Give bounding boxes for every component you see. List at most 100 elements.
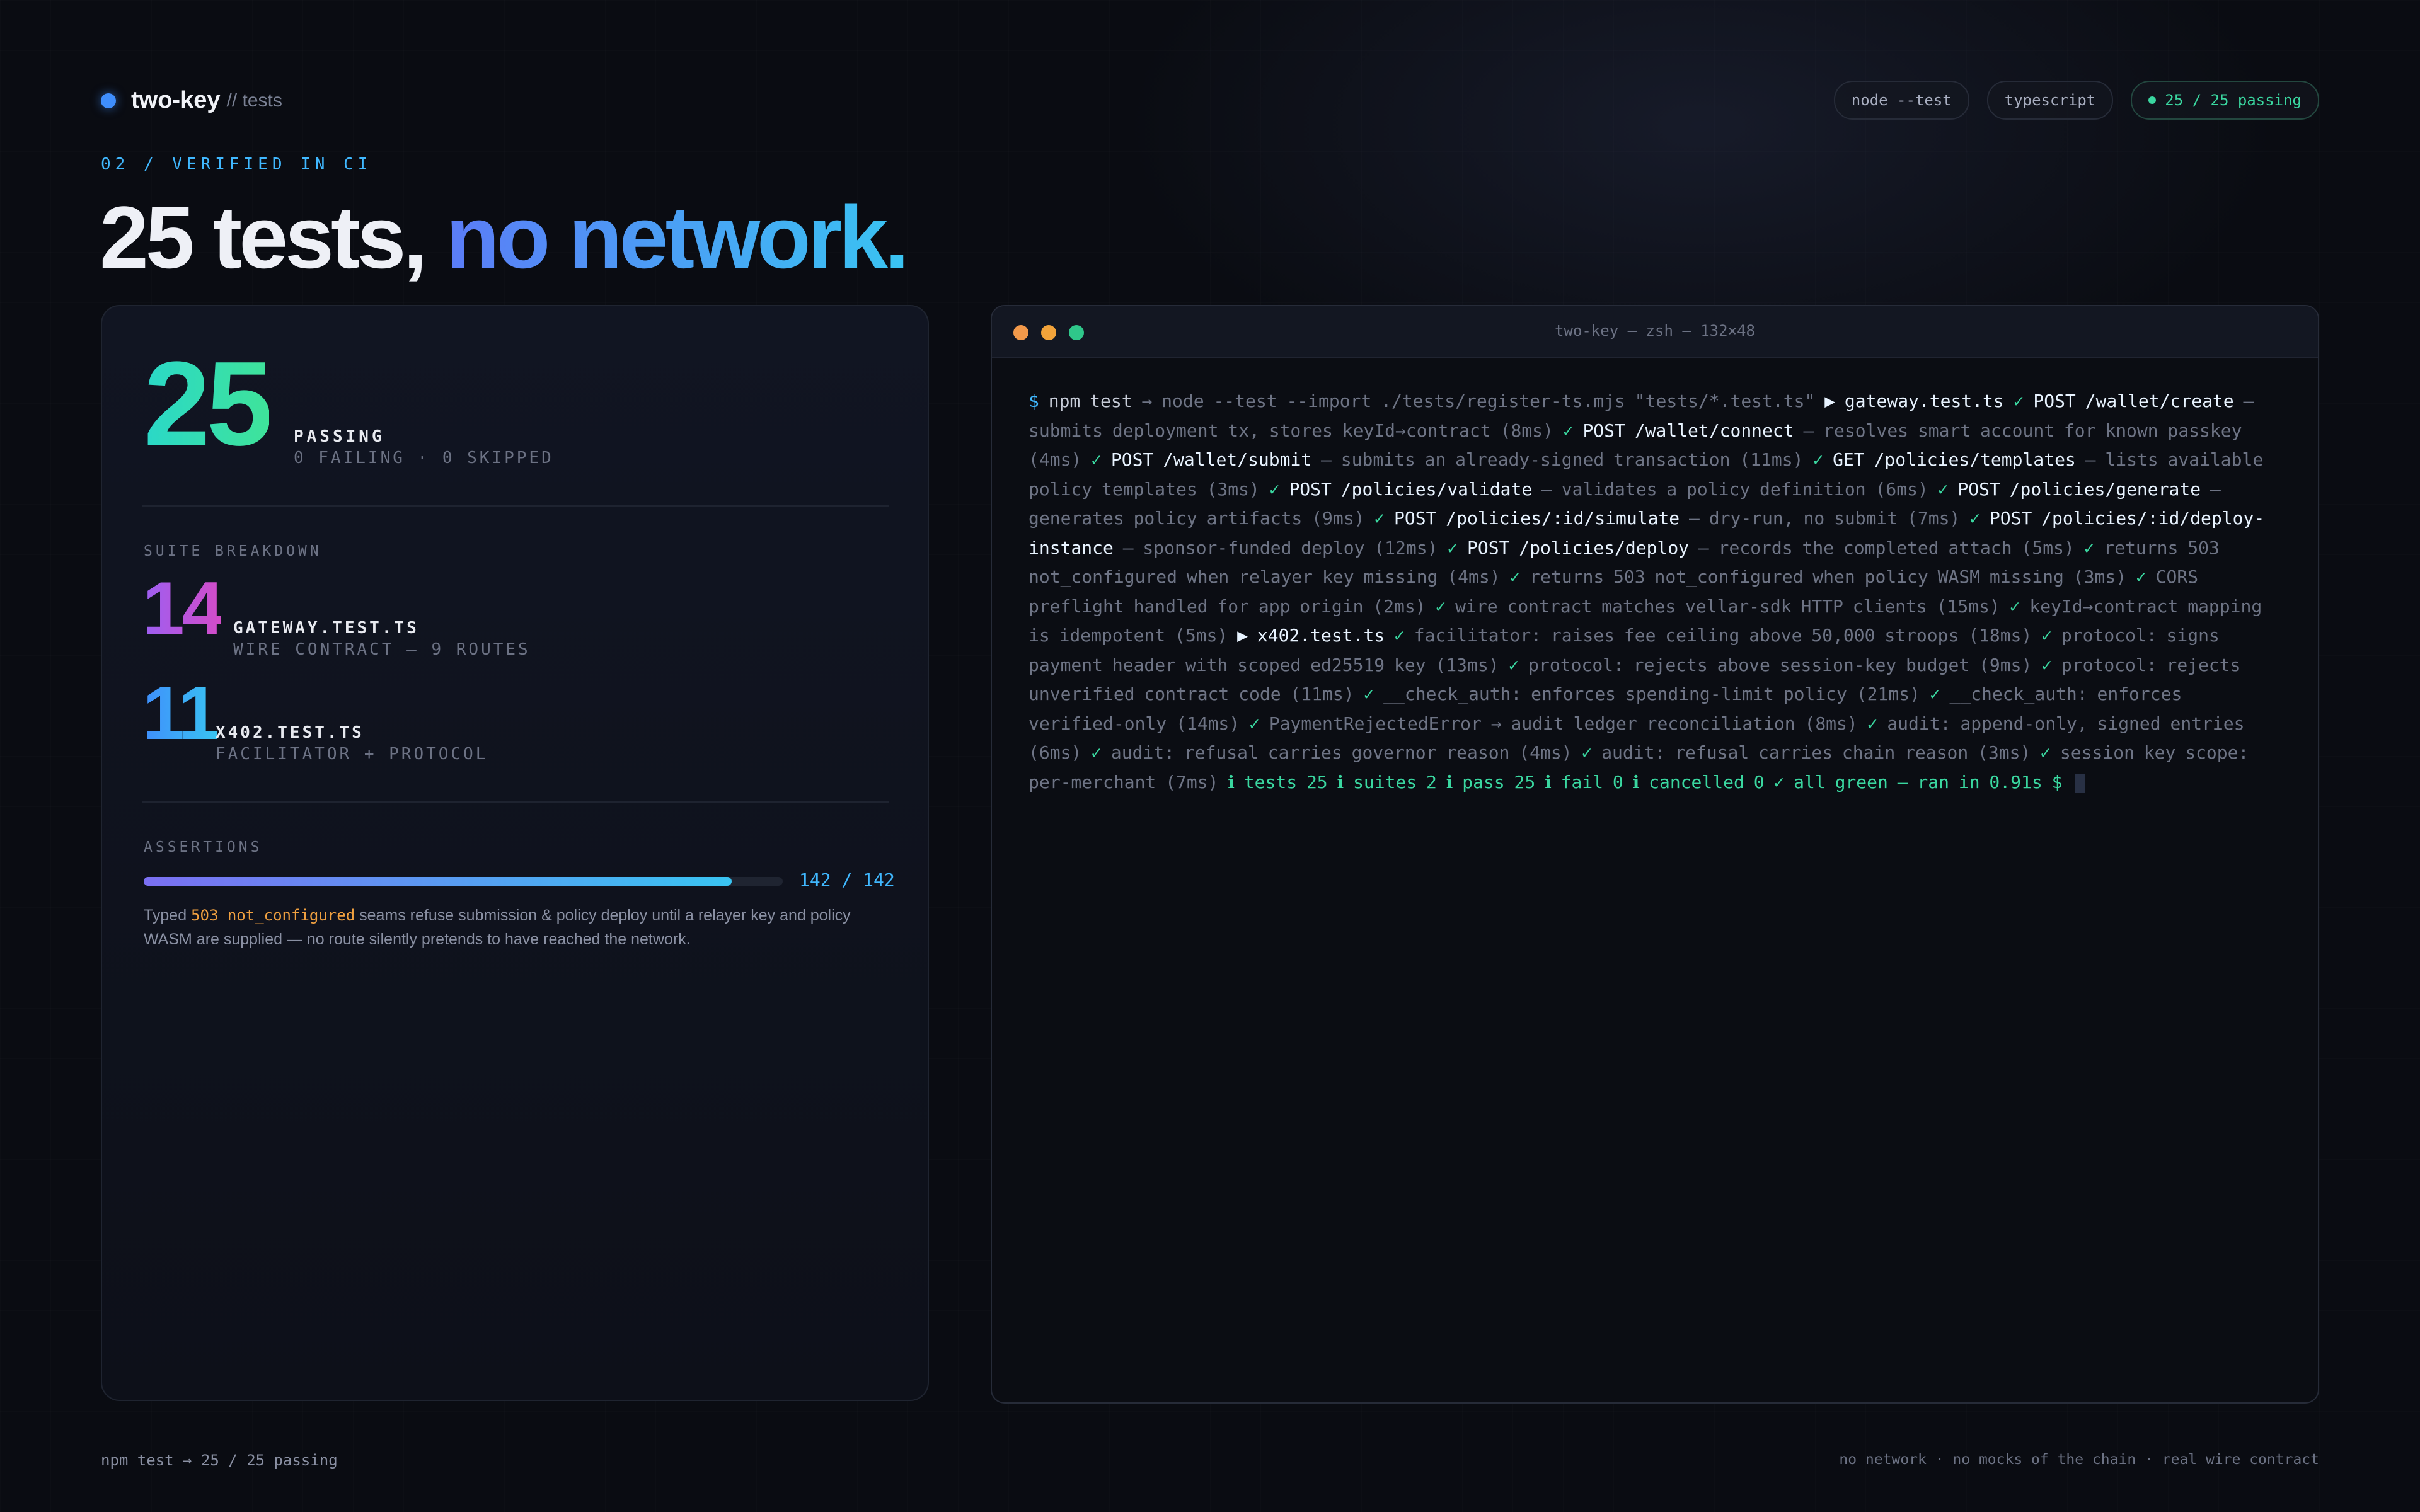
check-icon: ✓ — [2041, 654, 2053, 675]
check-icon: ✓ — [1929, 684, 1940, 704]
terminal-file-name: x402.test.ts — [1257, 625, 1385, 646]
headline-lead: 25 tests, — [100, 188, 427, 287]
terminal-prompt: $ — [1028, 391, 1039, 411]
assertions-progress-fill — [144, 877, 732, 886]
terminal-file-marker: ▶ — [1237, 625, 1248, 646]
suite-gateway-name: GATEWAY.TEST.TS — [233, 619, 419, 638]
terminal-test-desc: — records the completed attach (5ms) — [1698, 537, 2075, 558]
note-code: 503 not_configured — [191, 907, 355, 924]
terminal-title: two-key — zsh — 132×48 — [1555, 322, 1755, 340]
check-icon: ✓ — [1509, 566, 1521, 587]
passing-count: 25 — [144, 337, 273, 471]
check-icon: ✓ — [1435, 595, 1446, 617]
failing-label: 0 FAILING · 0 SKIPPED — [294, 449, 554, 467]
info-icon: ℹ — [1446, 771, 1453, 793]
terminal-test-desc: audit: refusal carries governor reason (… — [1110, 742, 1572, 763]
divider — [142, 505, 889, 507]
terminal-test-desc: PaymentRejectedError → audit ledger reco… — [1269, 713, 1858, 734]
suite-gateway-count: 14 — [142, 566, 224, 651]
terminal-test-route: POST /wallet/create — [2033, 391, 2234, 411]
status-dot-icon — [2148, 96, 2157, 104]
page-headline: 25 tests, no network. — [100, 188, 909, 287]
check-icon: ✓ — [1249, 713, 1260, 734]
terminal-test-desc: audit: refusal carries chain reason (3ms… — [1601, 742, 2031, 763]
terminal-output[interactable]: $ npm test → node --test --import ./test… — [1028, 387, 2283, 797]
terminal-test-desc: — dry-run, no submit (7ms) — [1689, 508, 1961, 529]
cursor-icon — [2075, 773, 2086, 793]
suite-x402-name: X402.TEST.TS — [216, 723, 364, 742]
check-icon: ✓ — [1969, 508, 1981, 529]
suite-gateway-desc: WIRE CONTRACT — 9 ROUTES — [233, 640, 531, 659]
brand-name: two-key — [131, 87, 221, 113]
suite-x402-desc: FACILITATOR + PROTOCOL — [216, 745, 488, 764]
header-pills: node --test typescript 25 / 25 passing — [1816, 81, 2319, 120]
check-icon: ✓ — [1562, 420, 1574, 441]
check-icon: ✓ — [1394, 625, 1405, 646]
info-icon: ℹ — [1337, 771, 1344, 793]
check-icon: ✓ — [2013, 391, 2024, 411]
status-pill-label: 25 / 25 passing — [2165, 91, 2302, 109]
terminal-stat: cancelled 0 — [1649, 771, 1765, 793]
check-icon: ✓ — [1091, 742, 1102, 763]
terminal-titlebar: two-key — zsh — 132×48 — [992, 306, 2318, 358]
brand-dot-icon — [101, 93, 116, 108]
terminal-test-route: POST /policies/:id/simulate — [1394, 508, 1680, 529]
terminal-window: two-key — zsh — 132×48 $ npm test → node… — [991, 305, 2319, 1404]
divider — [142, 801, 889, 803]
terminal-test-route: POST /wallet/submit — [1110, 449, 1312, 470]
terminal-test-desc: wire contract matches vellar-sdk HTTP cl… — [1455, 595, 2000, 617]
terminal-test-route: POST /wallet/connect — [1582, 420, 1794, 441]
info-icon: ℹ — [1545, 771, 1552, 793]
note-text: Typed — [144, 907, 192, 924]
section-eyebrow: 02 / VERIFIED IN CI — [101, 155, 372, 174]
check-icon: ✓ — [1581, 742, 1593, 763]
terminal-file-marker: ▶ — [1824, 391, 1836, 411]
headline-accent: no network. — [446, 188, 909, 287]
assertions-progress-bar — [144, 877, 783, 886]
footer-left: npm test → 25 / 25 passing — [101, 1452, 338, 1469]
info-icon: ℹ — [1632, 771, 1640, 793]
assertions-note: Typed 503 not_configured seams refuse su… — [144, 903, 887, 951]
check-icon: ✓ — [2083, 537, 2095, 558]
brand: two-key // tests — [101, 87, 282, 114]
check-icon: ✓ — [1447, 537, 1458, 558]
terminal-test-desc: protocol: rejects above session-key budg… — [1528, 654, 2032, 675]
check-icon: ✓ — [1091, 449, 1102, 470]
breakdown-label: SUITE BREAKDOWN — [144, 543, 322, 559]
terminal-test-route: POST /policies/generate — [1957, 478, 2201, 500]
suite-x402-count: 11 — [142, 671, 220, 755]
terminal-test-desc: facilitator: raises fee ceiling above 50… — [1414, 625, 2032, 646]
check-icon: ✓ — [2040, 742, 2051, 763]
assertions-label: ASSERTIONS — [144, 839, 263, 856]
terminal-command: npm test — [1048, 391, 1132, 411]
check-icon: ✓ — [2041, 625, 2053, 646]
terminal-prompt: $ — [2051, 771, 2063, 793]
terminal-test-desc: — submits an already-signed transaction … — [1321, 449, 1804, 470]
terminal-test-desc: — validates a policy definition (6ms) — [1541, 478, 1928, 500]
check-icon: ✓ — [1508, 654, 1519, 675]
terminal-test-route: POST /policies/validate — [1289, 478, 1533, 500]
terminal-arrow: → — [1141, 391, 1153, 411]
terminal-test-desc: returns 503 not_configured when policy W… — [1530, 566, 2127, 587]
terminal-test-route: POST /policies/deploy — [1467, 537, 1690, 558]
check-icon: ✓ — [1374, 508, 1385, 529]
check-icon: ✓ — [1812, 449, 1824, 470]
terminal-stat: tests 25 — [1243, 771, 1328, 793]
info-icon: ℹ — [1228, 771, 1235, 793]
terminal-final: ✓ all green — ran in 0.91s — [1773, 771, 2043, 793]
terminal-test-desc: __check_auth: enforces spending-limit po… — [1383, 684, 1920, 704]
terminal-file-name: gateway.test.ts — [1844, 391, 2004, 411]
footer-right: no network · no mocks of the chain · rea… — [1839, 1452, 2319, 1468]
brand-subtitle: // tests — [226, 89, 282, 111]
assertions-count: 142 / 142 — [799, 869, 895, 890]
check-icon: ✓ — [2009, 595, 2020, 617]
status-pill: 25 / 25 passing — [2131, 81, 2319, 120]
check-icon: ✓ — [1867, 713, 1878, 734]
terminal-stat: fail 0 — [1560, 771, 1623, 793]
language-pill: typescript — [1986, 81, 2114, 120]
check-icon: ✓ — [1363, 684, 1374, 704]
runner-pill: node --test — [1833, 81, 1969, 120]
check-icon: ✓ — [2135, 566, 2146, 587]
terminal-test-route: GET /policies/templates — [1833, 449, 2076, 470]
summary-card: 25 PASSING 0 FAILING · 0 SKIPPED SUITE B… — [101, 305, 929, 1401]
